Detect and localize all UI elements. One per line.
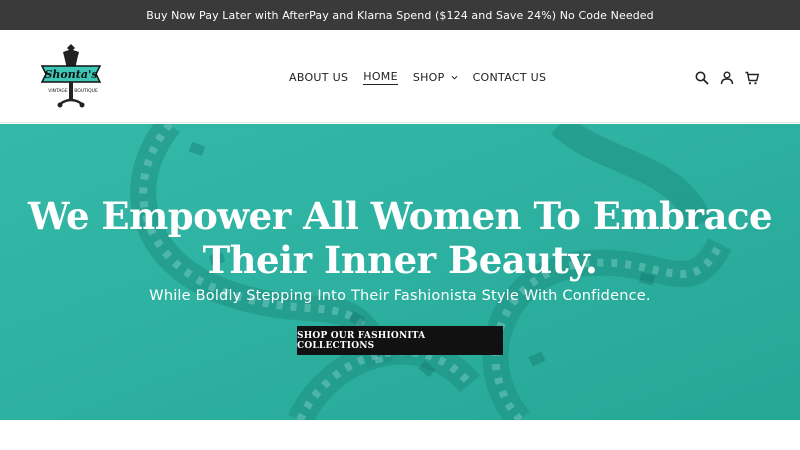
nav-about-us[interactable]: ABOUT US [289, 71, 348, 84]
svg-text:BOUTIQUE: BOUTIQUE [74, 88, 98, 94]
hero-title-line-2: Their Inner Beauty. [202, 238, 598, 282]
nav-about-us-label: ABOUT US [289, 70, 349, 84]
cart-icon[interactable] [744, 70, 760, 86]
nav-home[interactable]: HOME [363, 70, 398, 85]
page-content-start [0, 420, 800, 450]
nav-home-label: HOME [363, 69, 398, 85]
brand-logo[interactable]: Shonta's VINTAGE BOUTIQUE [38, 42, 104, 112]
hero-subtitle: While Boldly Stepping Into Their Fashion… [149, 288, 651, 304]
shop-collections-button[interactable]: SHOP OUR FASHIONITA COLLECTIONS [297, 326, 503, 355]
announcement-bar: Buy Now Pay Later with AfterPay and Klar… [0, 0, 800, 30]
search-icon[interactable] [694, 70, 710, 86]
account-icon[interactable] [719, 70, 735, 86]
hero-title-line-1: We Empower All Women To Embrace [27, 194, 773, 238]
site-header: Shonta's VINTAGE BOUTIQUE ABOUT US HOME … [0, 30, 800, 123]
nav-shop[interactable]: SHOP [413, 71, 458, 84]
svg-text:Shonta's: Shonta's [44, 68, 97, 81]
nav-contact-us-label: CONTACT US [472, 70, 547, 84]
announcement-text: Buy Now Pay Later with AfterPay and Klar… [146, 8, 654, 22]
svg-text:VINTAGE: VINTAGE [48, 88, 68, 94]
nav-shop-label: SHOP [412, 70, 445, 84]
header-icons [694, 70, 769, 86]
hero-banner: We Empower All Women To Embrace Their In… [0, 124, 800, 420]
hero-title: We Empower All Women To Embrace Their In… [0, 194, 800, 282]
chevron-down-icon [451, 75, 458, 80]
main-nav: ABOUT US HOME SHOP CONTACT US [289, 69, 561, 85]
nav-contact-us[interactable]: CONTACT US [473, 71, 547, 84]
